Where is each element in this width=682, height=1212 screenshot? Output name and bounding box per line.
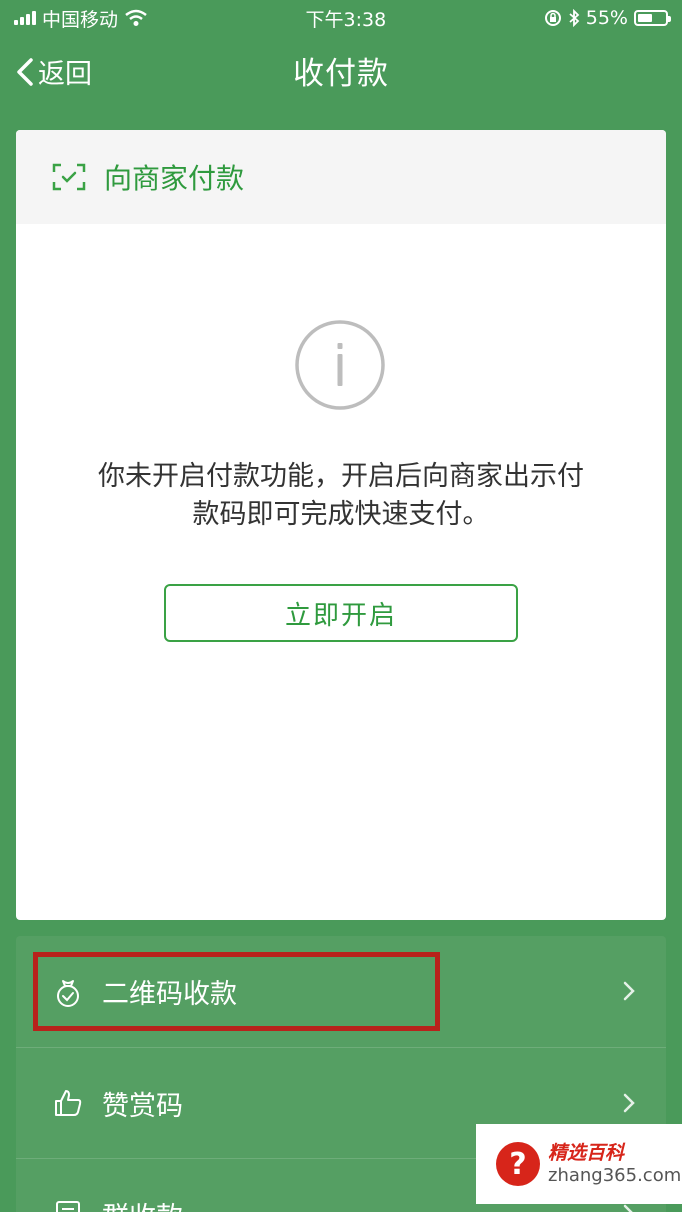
pay-merchant-card: 向商家付款 你未开启付款功能，开启后向商家出示付 款码即可完成快速支付。 立即开…	[16, 130, 666, 920]
chevron-right-icon	[623, 1204, 633, 1212]
question-icon: ?	[496, 1142, 540, 1186]
back-label: 返回	[38, 59, 92, 90]
orientation-lock-icon	[544, 10, 561, 26]
chevron-left-icon	[17, 57, 33, 86]
scan-check-icon	[52, 163, 86, 191]
status-right: 55%	[544, 7, 671, 29]
pay-merchant-header[interactable]: 向商家付款	[16, 130, 666, 224]
enable-payment-button[interactable]: 立即开启	[164, 584, 518, 642]
menu-item-label: 群收款	[102, 1195, 183, 1212]
battery-icon	[633, 10, 671, 26]
menu-item-label: 赞赏码	[102, 1090, 183, 1122]
back-button[interactable]: 返回	[16, 52, 92, 91]
watermark-title: 精选百科	[548, 1141, 625, 1164]
status-left: 中国移动	[14, 5, 148, 32]
bluetooth-icon	[569, 9, 580, 27]
clock: 下午3:38	[305, 8, 387, 31]
wifi-icon	[125, 9, 147, 26]
site-watermark: ? 精选百科 zhang365.com	[476, 1124, 682, 1204]
info-icon	[295, 320, 385, 410]
status-bar: 中国移动 下午3:38 55%	[0, 0, 682, 36]
page-title: 收付款	[293, 55, 389, 92]
notice-line-2: 款码即可完成快速支付。	[192, 499, 490, 530]
highlight-annotation	[33, 952, 440, 1031]
thumbs-up-icon	[55, 1090, 82, 1116]
chevron-right-icon	[623, 1093, 635, 1113]
list-icon	[56, 1201, 80, 1212]
signal-icon	[14, 11, 36, 25]
carrier-label: 中国移动	[42, 8, 119, 31]
payment-disabled-notice: 你未开启付款功能，开启后向商家出示付 款码即可完成快速支付。	[16, 458, 666, 534]
notice-line-1: 你未开启付款功能，开启后向商家出示付	[98, 461, 584, 492]
watermark-text: 精选百科 zhang365.com	[548, 1141, 682, 1186]
battery-percent: 55%	[585, 7, 628, 29]
pay-merchant-label: 向商家付款	[104, 162, 245, 195]
nav-bar: 返回 收付款	[0, 40, 682, 100]
watermark-url: zhang365.com	[548, 1164, 682, 1186]
chevron-right-icon	[623, 981, 635, 1001]
